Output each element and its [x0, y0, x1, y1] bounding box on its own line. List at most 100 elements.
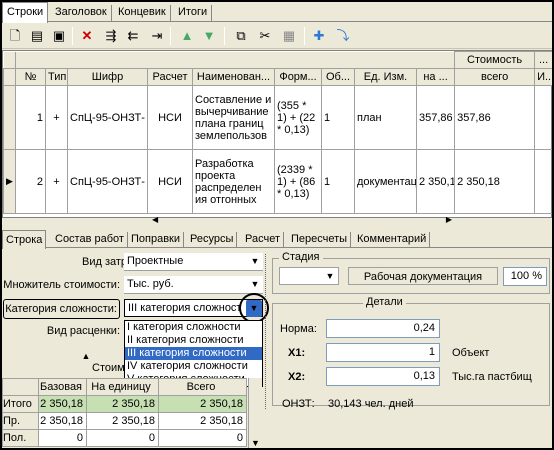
- col-type[interactable]: Тип: [45, 68, 68, 86]
- table-row[interactable]: ▶ 2 + СпЦ-95-ОНЗТ- НСИ Разработка проект…: [3, 149, 552, 214]
- save-icon[interactable]: ▣: [50, 27, 68, 45]
- cost-type-select[interactable]: Проектные ▼: [124, 253, 263, 271]
- tab-row[interactable]: Строка: [2, 230, 47, 249]
- cost-table: Базовая На единицу Всего Итого 2 350,18 …: [2, 378, 247, 447]
- cell-volume: 1: [321, 85, 355, 150]
- x2-field[interactable]: 0,13: [326, 367, 440, 386]
- detail-tab-bar: Строка Состав работ Поправки Ресурсы Рас…: [2, 230, 552, 249]
- rows-grid[interactable]: Стоимость ... № Тип Шифр Расчет Наименов…: [2, 50, 552, 218]
- table-row[interactable]: Пол. 0 0 0: [2, 429, 247, 447]
- extra-group-header: ...: [534, 51, 552, 69]
- col-per-unit[interactable]: на ...: [415, 68, 456, 86]
- tab-recalculations[interactable]: Пересчеты: [288, 232, 352, 248]
- cell-per-unit: 357,86: [415, 85, 456, 150]
- row-indicator: [3, 85, 16, 150]
- delete-icon[interactable]: ✕: [78, 27, 96, 45]
- cut-icon[interactable]: ✂: [256, 27, 274, 45]
- table-row[interactable]: 1 + СпЦ-95-ОНЗТ- НСИ Составление и вычер…: [3, 85, 552, 150]
- add-subrow-icon[interactable]: ⤵: [334, 27, 352, 45]
- cost-table-scrollbar[interactable]: ▼: [248, 378, 262, 448]
- col-extra[interactable]: И...: [534, 68, 552, 86]
- col-calc[interactable]: Расчет: [147, 68, 193, 86]
- cell-calc: НСИ: [147, 85, 193, 150]
- splitter[interactable]: [265, 254, 269, 409]
- tab-totals[interactable]: Итоги: [174, 5, 213, 21]
- multiplier-select[interactable]: Тыс. руб. ▼: [124, 276, 263, 294]
- paste-icon[interactable]: ▦: [280, 27, 298, 45]
- copy-icon[interactable]: ⧉: [232, 27, 250, 45]
- tab-adjustments[interactable]: Поправки: [128, 232, 185, 248]
- cost-row-label: Итого: [2, 395, 39, 413]
- x1-field[interactable]: 1: [326, 343, 440, 362]
- col-formula[interactable]: Форм...: [274, 68, 322, 86]
- tab-calculation[interactable]: Расчет: [242, 232, 284, 248]
- category-dropdown-list[interactable]: I категория сложности II категория сложн…: [124, 320, 263, 387]
- top-tab-bar: Строки Заголовок Концевик Итоги: [2, 2, 552, 23]
- cost-table-title: Стоим: [92, 362, 125, 374]
- cost-cell: 0: [158, 429, 247, 447]
- cost-cell: 0: [38, 429, 87, 447]
- x1-label: X1:: [288, 347, 306, 359]
- cell-formula: (2339 * 1) + (86 * 0,13): [274, 149, 322, 214]
- tab-work-composition[interactable]: Состав работ: [52, 232, 128, 248]
- col-volume[interactable]: Об...: [321, 68, 355, 86]
- export-icon[interactable]: ⇥: [148, 27, 166, 45]
- col-name[interactable]: Наименован...: [192, 68, 275, 86]
- category-option-3[interactable]: III категория сложности: [125, 347, 262, 360]
- details-legend: Детали: [363, 296, 406, 308]
- tab-footer[interactable]: Концевик: [114, 5, 171, 21]
- cell-volume: 1: [321, 149, 355, 214]
- col-unit[interactable]: Ед. Изм.: [354, 68, 417, 86]
- category-option-4[interactable]: IV категория сложности: [125, 360, 262, 373]
- cost-header-unit: На единицу: [86, 378, 159, 396]
- scroll-left-icon[interactable]: ◀: [152, 215, 158, 224]
- cost-cell: 2 350,18: [86, 395, 159, 413]
- collapse-toggle-icon[interactable]: ▲: [52, 351, 120, 361]
- cell-unit: документац: [354, 149, 417, 214]
- chevron-down-icon[interactable]: ▼: [247, 276, 263, 293]
- cell-extra: [534, 85, 552, 150]
- cell-name: Составление и вычерчивание плана границ …: [192, 85, 275, 150]
- cost-group-header: Стоимость: [454, 51, 536, 69]
- table-row[interactable]: Итого 2 350,18 2 350,18 2 350,18: [2, 395, 247, 413]
- norm-field[interactable]: 0,24: [326, 319, 440, 338]
- outdent-icon[interactable]: ⇇: [124, 27, 142, 45]
- cost-cell: 2 350,18: [158, 395, 247, 413]
- stage-percent[interactable]: 100 %: [503, 267, 547, 286]
- category-label: Категория сложности:: [3, 299, 120, 319]
- stage-legend: Стадия: [279, 251, 323, 263]
- toolbar: 🗋 ▤ ▣ ✕ ⇶ ⇇ ⇥ ▲ ▼ ⧉ ✂ ▦ ✚ ⤵: [2, 23, 552, 49]
- cost-header-total: Всего: [158, 378, 247, 396]
- grid-horizontal-scrollbar[interactable]: ◀ ▶: [152, 215, 452, 227]
- indent-icon[interactable]: ⇶: [102, 27, 120, 45]
- cell-code: СпЦ-95-ОНЗТ-: [67, 149, 148, 214]
- cell-total: 357,86: [454, 85, 536, 150]
- col-total[interactable]: всего: [454, 68, 536, 86]
- cost-cell: 2 350,18: [158, 412, 247, 430]
- category-option-2[interactable]: II категория сложности: [125, 334, 262, 347]
- cell-unit: план: [354, 85, 417, 150]
- move-down-icon[interactable]: ▼: [200, 27, 218, 45]
- cell-name: Разработка проекта распределен ия отгонн…: [192, 149, 275, 214]
- stage-select[interactable]: ▼: [279, 267, 339, 285]
- table-row[interactable]: Пр. 2 350,18 2 350,18 2 350,18: [2, 412, 247, 430]
- onzt-label: ОНЗТ:: [282, 398, 315, 410]
- copy-doc-icon[interactable]: ▤: [28, 27, 46, 45]
- cell-per-unit: 2 350,1: [415, 149, 456, 214]
- tab-header[interactable]: Заголовок: [51, 5, 112, 21]
- chevron-down-icon[interactable]: ▼: [247, 253, 263, 270]
- tab-resources[interactable]: Ресурсы: [187, 232, 238, 248]
- pricing-type-label: Вид расценки:: [46, 325, 120, 337]
- new-icon[interactable]: 🗋: [6, 27, 24, 45]
- tab-rows[interactable]: Строки: [2, 2, 49, 23]
- category-option-1[interactable]: I категория сложности: [125, 321, 262, 334]
- tab-comment[interactable]: Комментарий: [354, 232, 431, 248]
- x2-label: X2:: [288, 371, 306, 383]
- col-num[interactable]: №: [15, 68, 46, 86]
- scroll-right-icon[interactable]: ▶: [446, 215, 452, 224]
- scroll-down-icon[interactable]: ▼: [251, 438, 260, 448]
- add-row-icon[interactable]: ✚: [310, 27, 328, 45]
- move-up-icon[interactable]: ▲: [178, 27, 196, 45]
- chevron-down-icon[interactable]: ▼: [322, 268, 338, 285]
- col-code[interactable]: Шифр: [67, 68, 148, 86]
